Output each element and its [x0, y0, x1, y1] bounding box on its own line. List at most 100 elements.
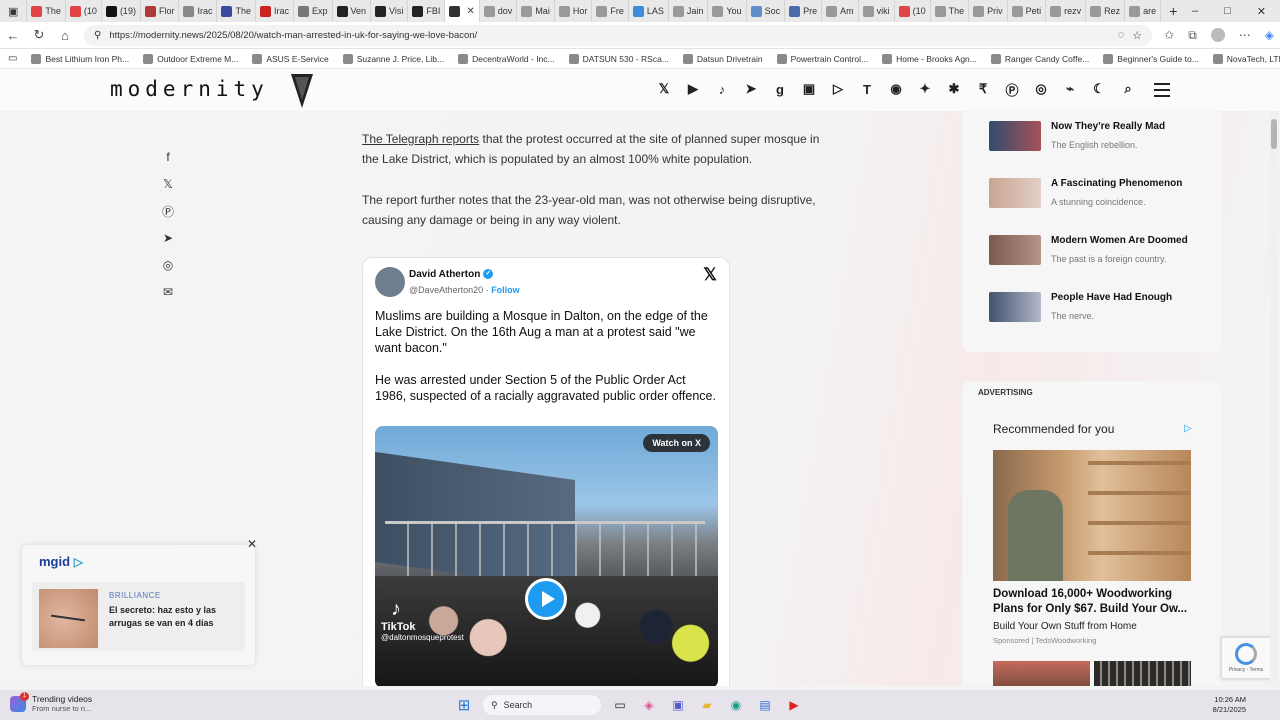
bookmark-label[interactable]: DecentraWorld - Inc... [472, 54, 555, 64]
close-window-button[interactable]: ✕ [1257, 5, 1266, 18]
gettr-icon[interactable]: ◉ [888, 81, 904, 97]
browser-tab[interactable]: Fre [592, 0, 629, 22]
bookmark-item[interactable]: DecentraWorld - Inc... [458, 53, 555, 64]
follow-button[interactable]: Follow [491, 285, 520, 295]
telegram-icon[interactable]: ➤ [743, 81, 759, 97]
bookmark-label[interactable]: Outdoor Extreme M... [157, 54, 238, 64]
ad-choices-icon[interactable]: ▷ [1184, 423, 1192, 434]
ad-thumb[interactable] [993, 661, 1090, 686]
sidebar-article[interactable]: Modern Women Are Doomed The past is a fo… [989, 235, 1209, 273]
bookmark-item[interactable]: Home - Brooks Agn... [882, 53, 977, 64]
browser-tab[interactable]: The [931, 0, 970, 22]
mgid-ad-image[interactable] [39, 589, 98, 648]
tab-label[interactable]: Exp [312, 6, 328, 16]
bookmark-item[interactable]: Best Lithium Iron Ph... [31, 53, 129, 64]
truth-social-icon[interactable]: T [859, 81, 875, 97]
sidebar-thumbnail[interactable] [989, 121, 1041, 151]
browser-tab[interactable]: rezv [1046, 0, 1087, 22]
subscribestar-icon[interactable]: ₹ [975, 81, 991, 97]
youtube-app-icon[interactable]: ▶ [784, 695, 804, 715]
browser-tab[interactable]: LAS [629, 0, 669, 22]
tab-label[interactable]: The [45, 6, 61, 16]
site-logo[interactable]: modernity [110, 77, 269, 101]
bookmark-item[interactable]: Ranger Candy Coffe... [990, 53, 1089, 64]
copilot-app-icon[interactable]: ◈ [639, 695, 659, 715]
pinterest-icon[interactable]: Ⓟ [1004, 81, 1020, 98]
tab-label[interactable]: rezv [1064, 6, 1081, 16]
pinterest-icon[interactable]: Ⓟ [160, 203, 176, 219]
email-icon[interactable]: ✉ [160, 284, 176, 300]
x-logo-icon[interactable]: 𝕏 [703, 265, 717, 285]
browser-tab[interactable]: Jain [669, 0, 709, 22]
tab-label[interactable]: Priv [987, 6, 1003, 16]
bookmark-label[interactable]: Ranger Candy Coffe... [1005, 54, 1089, 64]
tab-label[interactable]: You [726, 6, 741, 16]
sidebar-article-title[interactable]: People Have Had Enough [1051, 292, 1172, 303]
reddit-icon[interactable]: ◎ [1033, 81, 1049, 97]
bookmark-label[interactable]: NovaTech, LTD - Sin... [1227, 54, 1280, 64]
sidebar-thumbnail[interactable] [989, 235, 1041, 265]
tweet-author[interactable]: David Atherton ✓ [409, 269, 494, 280]
browser-tab[interactable]: (10 [895, 0, 931, 22]
recaptcha-text[interactable]: Privacy - Terms [1229, 667, 1263, 673]
ad-description[interactable]: Build Your Own Stuff from Home [993, 621, 1137, 632]
youtube-icon[interactable]: ▶ [685, 81, 701, 97]
bookmark-label[interactable]: Home - Brooks Agn... [896, 54, 977, 64]
ad-title[interactable]: Download 16,000+ Woodworking Plans for O… [993, 587, 1198, 617]
browser-tab[interactable]: are [1125, 0, 1162, 22]
watch-on-x-button[interactable]: Watch on X [643, 434, 710, 452]
tab-label[interactable]: Soc [765, 6, 781, 16]
sidebar-article[interactable]: People Have Had Enough The nerve. [989, 292, 1209, 330]
browser-tab[interactable]: (19) [102, 0, 141, 22]
tab-label[interactable]: are [1143, 6, 1156, 16]
telegram-icon[interactable]: ➤ [160, 230, 176, 246]
tab-label[interactable]: The [949, 6, 965, 16]
back-icon[interactable]: ← [6, 28, 20, 43]
maximize-button[interactable]: □ [1224, 5, 1231, 18]
tab-label[interactable]: Mai [535, 6, 550, 16]
bookmark-item[interactable]: Beginner's Guide to... [1103, 53, 1199, 64]
tab-label[interactable]: LAS [647, 6, 664, 16]
mgid-ad-card[interactable]: BRILLIANCE El secreto: haz esto y las ar… [32, 582, 245, 651]
minimize-button[interactable]: – [1192, 5, 1198, 18]
x-icon[interactable]: 𝕏 [656, 81, 672, 97]
browser-tab[interactable]: Priv [969, 0, 1008, 22]
recaptcha-badge[interactable]: Privacy - Terms [1221, 637, 1271, 679]
home-icon[interactable]: ⌂ [58, 28, 72, 43]
bookmark-label[interactable]: DATSUN 530 - RSca... [583, 54, 669, 64]
close-tab-icon[interactable]: ✕ [466, 6, 474, 17]
sidebar-article-title[interactable]: Now They're Really Mad [1051, 121, 1165, 132]
tab-label[interactable]: Visi [389, 6, 403, 16]
close-popup-button[interactable]: ✕ [247, 537, 257, 551]
reddit-icon[interactable]: ◎ [160, 257, 176, 273]
browser-tab[interactable]: Mai [517, 0, 555, 22]
browser-tab[interactable]: Rez [1086, 0, 1126, 22]
tab-label[interactable]: (10 [913, 6, 926, 16]
sidebar-article-title[interactable]: Modern Women Are Doomed [1051, 235, 1188, 246]
search-icon[interactable]: ⌕ [1120, 81, 1136, 97]
windows-start-icon[interactable]: ⊞ [454, 695, 474, 715]
tab-label[interactable]: FBI [426, 6, 440, 16]
favorites-icon[interactable]: ✩ [1164, 28, 1174, 42]
tiktok-icon[interactable]: ♪ [714, 81, 730, 97]
browser-tab[interactable]: Am [822, 0, 859, 22]
store-icon[interactable]: ▤ [755, 695, 775, 715]
tab-label[interactable]: Hor [573, 6, 588, 16]
tab-label[interactable]: (10 [84, 6, 97, 16]
read-aloud-icon[interactable]: ◌ [1118, 29, 1125, 41]
copilot-icon[interactable]: ◈ [1265, 28, 1274, 42]
bookmark-label[interactable]: Best Lithium Iron Ph... [45, 54, 129, 64]
scrollbar-thumb[interactable] [1271, 119, 1277, 149]
bookmark-label[interactable]: Powertrain Control... [791, 54, 868, 64]
collections-icon[interactable]: ⧉ [1188, 28, 1197, 43]
telegraph-link[interactable]: The Telegraph reports [362, 132, 479, 146]
bookmark-item[interactable]: Datsun Drivetrain [682, 53, 763, 64]
site-info-icon[interactable]: ⚲ [94, 30, 101, 41]
tab-label[interactable]: Peti [1026, 6, 1042, 16]
tweet-avatar[interactable] [375, 267, 405, 297]
mgid-logo[interactable]: mgid ▷ [39, 554, 83, 569]
bookmark-label[interactable]: Suzanne J. Price, Lib... [357, 54, 444, 64]
tab-label[interactable]: Irac [274, 6, 289, 16]
tweet-video[interactable]: Watch on X ♪ TikTok @daltonmosqueprotest [375, 426, 718, 686]
url-bar[interactable]: ⚲ https://modernity.news/2025/08/20/watc… [84, 24, 1153, 46]
